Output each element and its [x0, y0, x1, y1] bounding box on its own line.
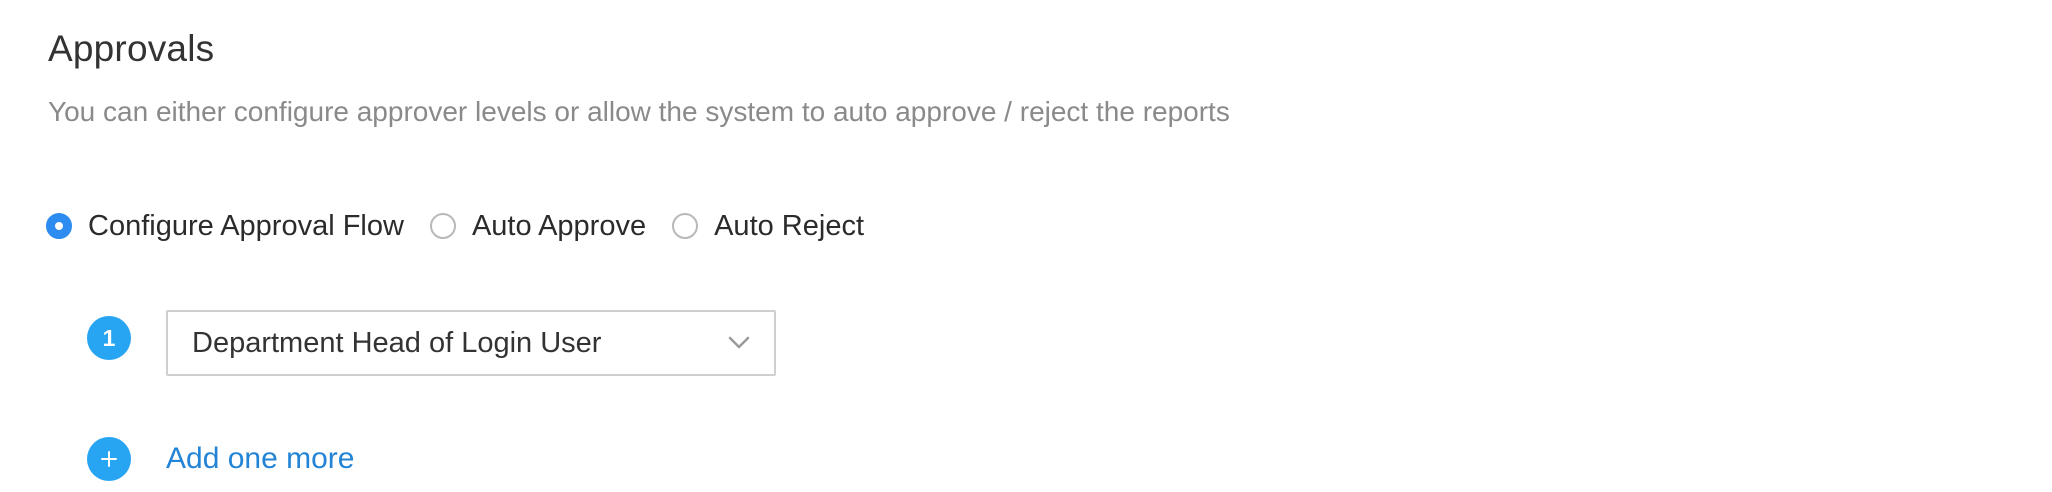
radio-configure-approval-flow[interactable]: Configure Approval Flow — [46, 210, 404, 243]
radio-label: Auto Reject — [714, 209, 865, 242]
plus-icon[interactable] — [87, 437, 131, 481]
level-number-badge: 1 — [87, 316, 131, 360]
approval-level-row: 1 Department Head of Login User — [87, 310, 776, 376]
chevron-down-icon — [728, 332, 750, 354]
approval-mode-radio-group: Configure Approval Flow Auto Approve Aut… — [46, 206, 890, 246]
add-level-button[interactable]: Add one more — [87, 437, 354, 481]
radio-auto-approve[interactable]: Auto Approve — [429, 209, 647, 243]
radio-label: Configure Approval Flow — [88, 209, 404, 242]
radio-label: Auto Approve — [471, 209, 647, 242]
radio-button-unchecked[interactable] — [672, 213, 699, 239]
radio-button-checked[interactable] — [46, 213, 72, 239]
approver-select[interactable]: Department Head of Login User — [166, 310, 776, 376]
radio-auto-reject[interactable]: Auto Reject — [672, 210, 864, 243]
approver-select-value: Department Head of Login User — [192, 326, 602, 359]
radio-button-unchecked[interactable] — [429, 213, 456, 239]
page-title: Approvals — [48, 28, 215, 69]
approvals-page: Approvals You can either configure appro… — [0, 0, 2052, 492]
page-description: You can either configure approver levels… — [48, 96, 1230, 127]
add-level-link[interactable]: Add one more — [166, 442, 354, 476]
